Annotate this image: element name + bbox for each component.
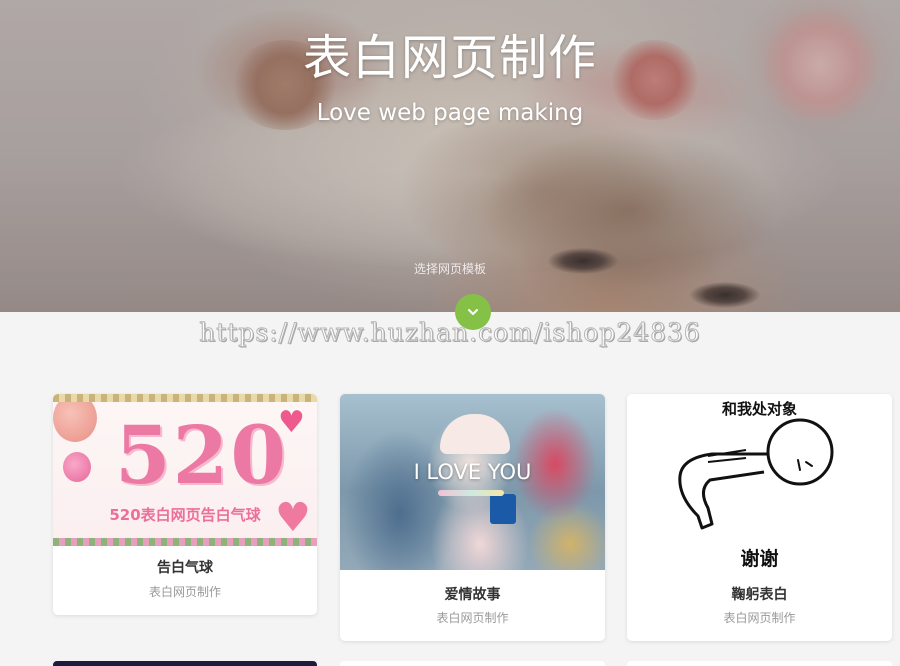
card-thumbnail: I LOVE YOU [340, 394, 605, 570]
hero-title: 表白网页制作 [302, 30, 597, 86]
hero-subtitle: Love web page making [316, 100, 584, 126]
balloon-shape [63, 452, 91, 482]
mini-progress-bar [438, 490, 504, 496]
lace-border [53, 394, 317, 402]
hero-banner: 表白网页制作 Love web page making 选择网页模板 [0, 0, 900, 312]
template-card-love-story[interactable]: I LOVE YOU 爱情故事 表白网页制作 [340, 394, 605, 641]
hero-eye-shape [690, 282, 760, 308]
bowing-figure-icon [678, 418, 834, 530]
card-subtitle: 表白网页制作 [723, 611, 796, 625]
card-title: 鞠躬表白 [731, 587, 788, 603]
hat-shape [440, 414, 510, 454]
next-row-card[interactable] [53, 661, 317, 666]
card-title: 爱情故事 [444, 587, 501, 603]
next-row-card[interactable] [627, 661, 892, 666]
template-hint: 选择网页模板 [413, 262, 486, 276]
watermark-url: https://www.huzhan.com/ishop24836 [199, 318, 701, 348]
flower-border [53, 538, 317, 546]
jersey-number-shape [490, 494, 516, 524]
card-subtitle: 表白网页制作 [148, 585, 221, 599]
card-520-text: 520 [115, 408, 288, 502]
template-card-bow[interactable]: 和我处对象 谢谢 鞠躬表白 表白网页制作 [627, 394, 892, 641]
card-subtitle: 表白网页制作 [436, 611, 509, 625]
i-love-you-text: I LOVE YOU [413, 460, 532, 484]
template-card-balloon[interactable]: ♥ ♥ 520 520表白网页告白气球 告白气球 表白网页制作 [53, 394, 317, 615]
card-caption: 520表白网页告白气球 [109, 506, 261, 524]
scroll-down-button[interactable] [455, 294, 491, 330]
card-bottom-text: 谢谢 [740, 548, 779, 570]
chevron-down-icon [468, 309, 478, 315]
card-title: 告白气球 [157, 560, 213, 576]
card-thumbnail: ♥ ♥ 520 520表白网页告白气球 [53, 394, 317, 546]
card-thumbnail: 和我处对象 谢谢 [627, 394, 892, 570]
next-row-card[interactable] [340, 661, 605, 666]
